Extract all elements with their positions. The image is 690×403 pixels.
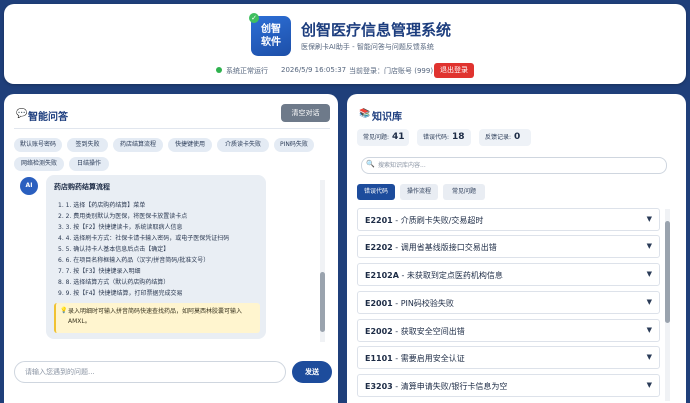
error-desc: - PIN码校验失败 <box>392 299 454 308</box>
tab-faq[interactable]: 常见问题 <box>443 184 485 200</box>
tab-error-codes[interactable]: 错误代码 <box>357 184 395 200</box>
kb-list-item[interactable]: E2001 - PIN码校验失败 ▼ <box>357 291 660 314</box>
step-item: 7. 7. 按【F3】快捷键录入明细 <box>58 268 141 275</box>
error-code: E1101 <box>365 354 393 363</box>
quick-question-chip[interactable]: 签到失败 <box>67 138 108 152</box>
knowledge-base-panel: 📚 知识库 常见问题: 41 错误代码: 18 反馈记录: 0 🔍 搜索知识库内容..… <box>347 94 686 403</box>
error-code: E2202 <box>365 243 393 252</box>
step-item: 3. 3. 按【F2】快捷键读卡，系统读取病人信息 <box>58 224 183 231</box>
error-code: E2002 <box>365 327 393 336</box>
tip-box: 💡 录入明细时可输入拼音简码快速查找药品，如阿莫西林胶囊可输入AMXL。 <box>54 303 260 333</box>
kb-scrollbar-thumb[interactable] <box>665 221 670 323</box>
error-code: E2201 <box>365 216 393 225</box>
error-desc: - 未获取到定点医药机构信息 <box>398 271 503 280</box>
clear-chat-button[interactable]: 清空对话 <box>281 104 330 122</box>
step-item: 2. 2. 费用类别默认为医保，将医保卡放置读卡点 <box>58 213 188 220</box>
quick-question-chip[interactable]: 网络检测失败 <box>14 157 64 171</box>
chat-scrollbar-thumb[interactable] <box>320 272 325 332</box>
error-code: E2001 <box>365 299 393 308</box>
logo-line-2: 软件 <box>261 37 281 48</box>
error-desc: - 获取安全空间出错 <box>392 327 465 336</box>
chevron-down-icon: ▼ <box>646 381 652 389</box>
tip-text: 录入明细时可输入拼音简码快速查找药品，如阿莫西林胶囊可输入AMXL。 <box>68 308 243 325</box>
logo-line-1: 创智 <box>261 24 281 35</box>
stat-value: 0 <box>514 132 521 142</box>
logout-button[interactable]: 退出登录 <box>434 63 474 78</box>
error-desc: - 调用省基线版接口交易出错 <box>392 243 497 252</box>
status-dot-icon <box>216 67 222 73</box>
quick-question-chip[interactable]: 日结操作 <box>69 157 109 171</box>
message-title: 药店购药结算流程 <box>54 183 110 191</box>
login-info: 当前登录：门店账号 (999) <box>349 67 434 75</box>
kb-list-item[interactable]: E3203 - 清算申请失败/银行卡信息为空 ▼ <box>357 374 660 397</box>
question-input[interactable]: 请输入您遇到的问题... <box>14 361 286 383</box>
stat-value: 41 <box>392 132 405 142</box>
chat-bubble-icon: 💬 <box>16 109 28 119</box>
kb-list-item[interactable]: E2102A - 未获取到定点医药机构信息 ▼ <box>357 263 660 286</box>
error-desc: - 介质刷卡失败/交易超时 <box>392 216 484 225</box>
kb-list-item[interactable]: E2202 - 调用省基线版接口交易出错 ▼ <box>357 235 660 258</box>
lightbulb-icon: 💡 <box>60 307 68 314</box>
step-item: 6. 6. 在项目名称框输入药品（汉字/拼音简码/批准文号） <box>58 257 210 264</box>
error-code: E2102A <box>365 271 399 280</box>
stat-value: 18 <box>452 132 465 142</box>
kb-list-item[interactable]: E2201 - 介质刷卡失败/交易超时 ▼ <box>357 208 660 231</box>
app-title: 创智医疗信息管理系统 <box>301 21 452 39</box>
stat-label: 错误代码: <box>423 134 450 141</box>
chevron-down-icon: ▼ <box>646 353 652 361</box>
chevron-down-icon: ▼ <box>646 298 652 306</box>
step-item: 5. 5. 确认持卡人基本信息后点击【确定】 <box>58 246 170 253</box>
kb-list-item[interactable]: E1101 - 需要启用安全认证 ▼ <box>357 346 660 369</box>
ai-avatar: AI <box>20 177 38 195</box>
stat-label: 反馈记录: <box>485 134 512 141</box>
kb-title: 知识库 <box>372 112 402 123</box>
quick-question-chip[interactable]: 介质读卡失败 <box>217 138 269 152</box>
check-icon: ✓ <box>249 13 259 23</box>
book-icon: 📚 <box>359 109 371 119</box>
quick-question-chip[interactable]: 快捷键使用 <box>168 138 212 152</box>
app-header: 创智 软件 ✓ 创智医疗信息管理系统 医保刷卡AI助手 - 智能问答与问题反馈系… <box>4 4 686 84</box>
current-datetime: 2026/5/9 16:05:37 <box>281 66 347 74</box>
qa-title: 智能问答 <box>28 112 68 123</box>
quick-question-chip[interactable]: PIN码失败 <box>274 138 314 152</box>
error-desc: - 需要启用安全认证 <box>392 354 465 363</box>
stat-label: 常见问题: <box>363 134 390 141</box>
kb-list-item[interactable]: E2002 - 获取安全空间出错 ▼ <box>357 319 660 342</box>
stat-error-codes: 错误代码: 18 <box>417 129 471 146</box>
send-button[interactable]: 发送 <box>292 361 332 383</box>
chat-messages[interactable]: AI 药店购药结算流程 1. 1. 选择【药店购药结算】菜单 2. 2. 费用类… <box>8 175 328 343</box>
step-item: 9. 9. 按【F4】快捷键结算，打印票据完成交易 <box>58 290 183 297</box>
quick-question-chip[interactable]: 默认账号密码 <box>14 138 62 152</box>
app-subtitle: 医保刷卡AI助手 - 智能问答与问题反馈系统 <box>301 43 434 51</box>
error-code: E3203 <box>365 382 393 391</box>
step-item: 4. 4. 选择刷卡方式：社保卡请卡输入密码，或电子医保凭证扫码 <box>58 235 230 242</box>
system-status: 系统正常运行 <box>226 67 268 75</box>
ai-message-bubble: 药店购药结算流程 1. 1. 选择【药店购药结算】菜单 2. 2. 费用类别默认… <box>46 175 266 339</box>
chevron-down-icon: ▼ <box>646 242 652 250</box>
stat-feedback: 反馈记录: 0 <box>479 129 531 146</box>
qa-divider <box>14 128 330 129</box>
error-desc: - 清算申请失败/银行卡信息为空 <box>392 382 508 391</box>
chevron-down-icon: ▼ <box>646 326 652 334</box>
chevron-down-icon: ▼ <box>646 270 652 278</box>
step-item: 8. 8. 选择结算方式（默认药店购药结算） <box>58 279 170 286</box>
chevron-down-icon: ▼ <box>646 215 652 223</box>
quick-question-chip[interactable]: 药店结算流程 <box>113 138 163 152</box>
step-item: 1. 1. 选择【药店购药结算】菜单 <box>58 202 146 209</box>
stat-faq: 常见问题: 41 <box>357 129 409 146</box>
kb-search-input[interactable]: 搜索知识库内容... <box>361 157 667 174</box>
status-bar: 系统正常运行 2026/5/9 16:05:37 当前登录：门店账号 (999) <box>4 65 686 77</box>
qa-panel: 💬 智能问答 清空对话 默认账号密码 签到失败 药店结算流程 快捷键使用 介质读… <box>4 94 338 403</box>
tab-procedures[interactable]: 操作流程 <box>400 184 438 200</box>
